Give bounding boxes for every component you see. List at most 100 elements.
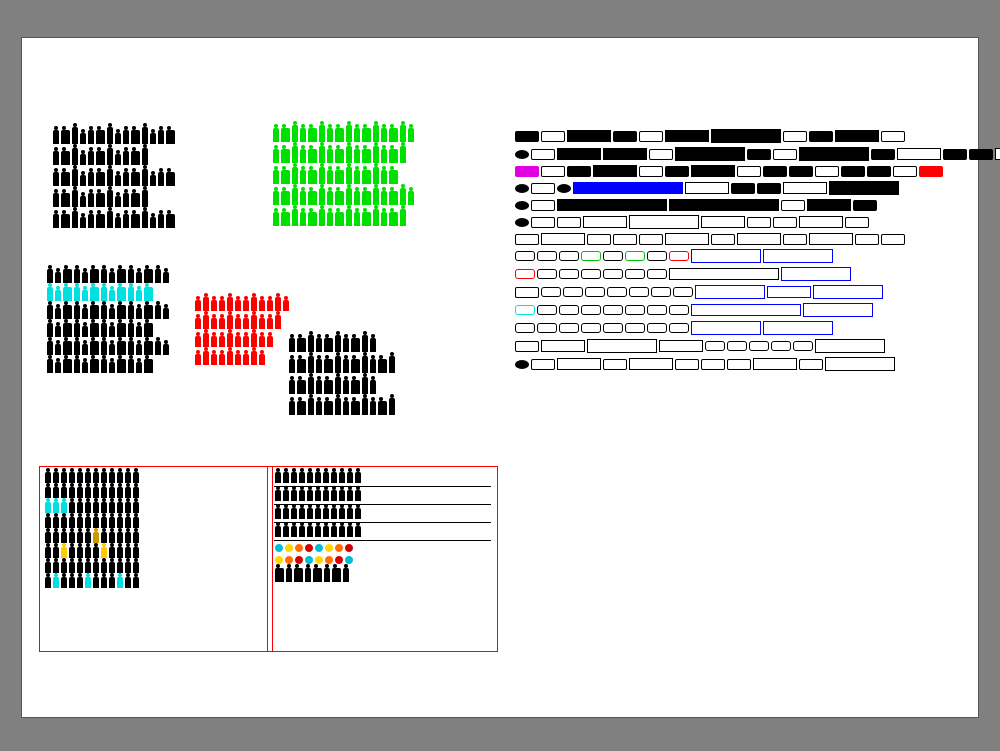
- person-glyph: [144, 305, 153, 319]
- person-glyph: [93, 472, 99, 483]
- vehicle-glyph-bus: [629, 215, 699, 229]
- person-glyph: [327, 191, 333, 205]
- vehicle-glyph-bus: [829, 181, 899, 195]
- person-glyph: [408, 128, 414, 142]
- people-boxed-grid-left: [39, 466, 273, 652]
- person-glyph: [107, 169, 113, 186]
- person-glyph: [61, 517, 67, 528]
- person-glyph: [300, 212, 306, 226]
- vehicle-glyph-truck: [767, 286, 811, 298]
- person-glyph: [85, 502, 91, 513]
- person-glyph: [77, 547, 83, 558]
- vehicle-glyph-bus: [691, 249, 761, 263]
- vehicle-glyph-top: [603, 269, 623, 279]
- person-glyph: [77, 532, 83, 543]
- vehicle-glyph-car: [541, 131, 565, 142]
- person-glyph: [283, 472, 289, 483]
- person-glyph: [308, 356, 314, 373]
- vehicle-glyph-car: [867, 166, 891, 177]
- person-glyph: [125, 532, 131, 543]
- person-glyph: [69, 487, 75, 498]
- person-glyph: [133, 562, 139, 573]
- person-glyph: [294, 568, 303, 582]
- person-glyph: [316, 359, 322, 373]
- person-glyph: [323, 472, 329, 483]
- vehicle-glyph-car: [701, 359, 725, 370]
- person-glyph: [243, 318, 249, 329]
- vehicle-glyph-bus: [813, 285, 883, 299]
- vehicle-glyph-bus: [587, 339, 657, 353]
- person-glyph: [115, 217, 121, 228]
- person-glyph: [297, 380, 306, 394]
- person-glyph: [63, 359, 72, 373]
- person-glyph: [117, 517, 123, 528]
- person-glyph: [109, 517, 115, 528]
- person-glyph: [142, 127, 148, 144]
- person-glyph: [324, 359, 333, 373]
- person-glyph: [123, 130, 129, 144]
- person-glyph: [101, 269, 107, 283]
- person-glyph: [362, 356, 368, 373]
- person-glyph: [315, 472, 321, 483]
- person-glyph: [53, 172, 59, 186]
- person-glyph: [96, 151, 105, 165]
- shelf-line: [274, 486, 491, 487]
- person-glyph: [203, 333, 209, 347]
- vehicle-glyph-car: [757, 183, 781, 194]
- person-glyph: [339, 526, 345, 537]
- person-glyph: [69, 517, 75, 528]
- vehicle-glyph-bike: [515, 150, 529, 159]
- cad-canvas: [21, 37, 979, 718]
- person-glyph: [125, 487, 131, 498]
- person-glyph: [82, 272, 88, 283]
- person-glyph: [219, 300, 225, 311]
- person-glyph: [72, 127, 78, 144]
- person-glyph: [347, 508, 353, 519]
- vehicle-glyph-car: [603, 359, 627, 370]
- vehicle-glyph-car: [845, 217, 869, 228]
- person-glyph: [362, 377, 368, 394]
- person-glyph: [281, 191, 290, 205]
- person-glyph: [327, 212, 333, 226]
- vehicle-glyph-car: [855, 234, 879, 245]
- person-glyph: [85, 472, 91, 483]
- person-glyph: [88, 130, 94, 144]
- person-glyph: [355, 472, 361, 483]
- person-glyph: [61, 172, 70, 186]
- person-glyph: [354, 212, 360, 226]
- person-glyph: [77, 472, 83, 483]
- person-glyph: [53, 547, 59, 558]
- vehicle-glyph-long: [691, 304, 801, 316]
- marker-dot: [275, 544, 283, 552]
- person-glyph: [101, 562, 107, 573]
- vehicle-glyph-car: [789, 166, 813, 177]
- person-glyph: [101, 472, 107, 483]
- vehicle-glyph-truck: [691, 165, 735, 177]
- person-glyph: [308, 212, 317, 226]
- vehicle-glyph-car: [639, 131, 663, 142]
- vehicle-glyph-car: [781, 200, 805, 211]
- vehicle-glyph-bus: [711, 129, 781, 143]
- vehicle-glyph-truck: [557, 358, 601, 370]
- person-glyph: [117, 359, 126, 373]
- person-glyph: [77, 577, 83, 588]
- person-glyph: [281, 170, 290, 184]
- person-glyph: [163, 344, 169, 355]
- person-glyph: [72, 211, 78, 228]
- person-glyph: [227, 297, 233, 311]
- person-glyph: [61, 532, 67, 543]
- person-glyph: [93, 532, 99, 543]
- person-glyph: [125, 562, 131, 573]
- vehicle-glyph-bus: [803, 303, 873, 317]
- person-glyph: [101, 517, 107, 528]
- person-glyph: [319, 125, 325, 142]
- person-glyph: [109, 562, 115, 573]
- person-glyph: [307, 526, 313, 537]
- people-cluster-black-right: [288, 334, 438, 418]
- vehicle-glyph-car: [515, 287, 539, 298]
- person-glyph: [323, 508, 329, 519]
- person-glyph: [292, 209, 298, 226]
- person-glyph: [235, 300, 241, 311]
- person-glyph: [339, 490, 345, 501]
- person-glyph: [142, 169, 148, 186]
